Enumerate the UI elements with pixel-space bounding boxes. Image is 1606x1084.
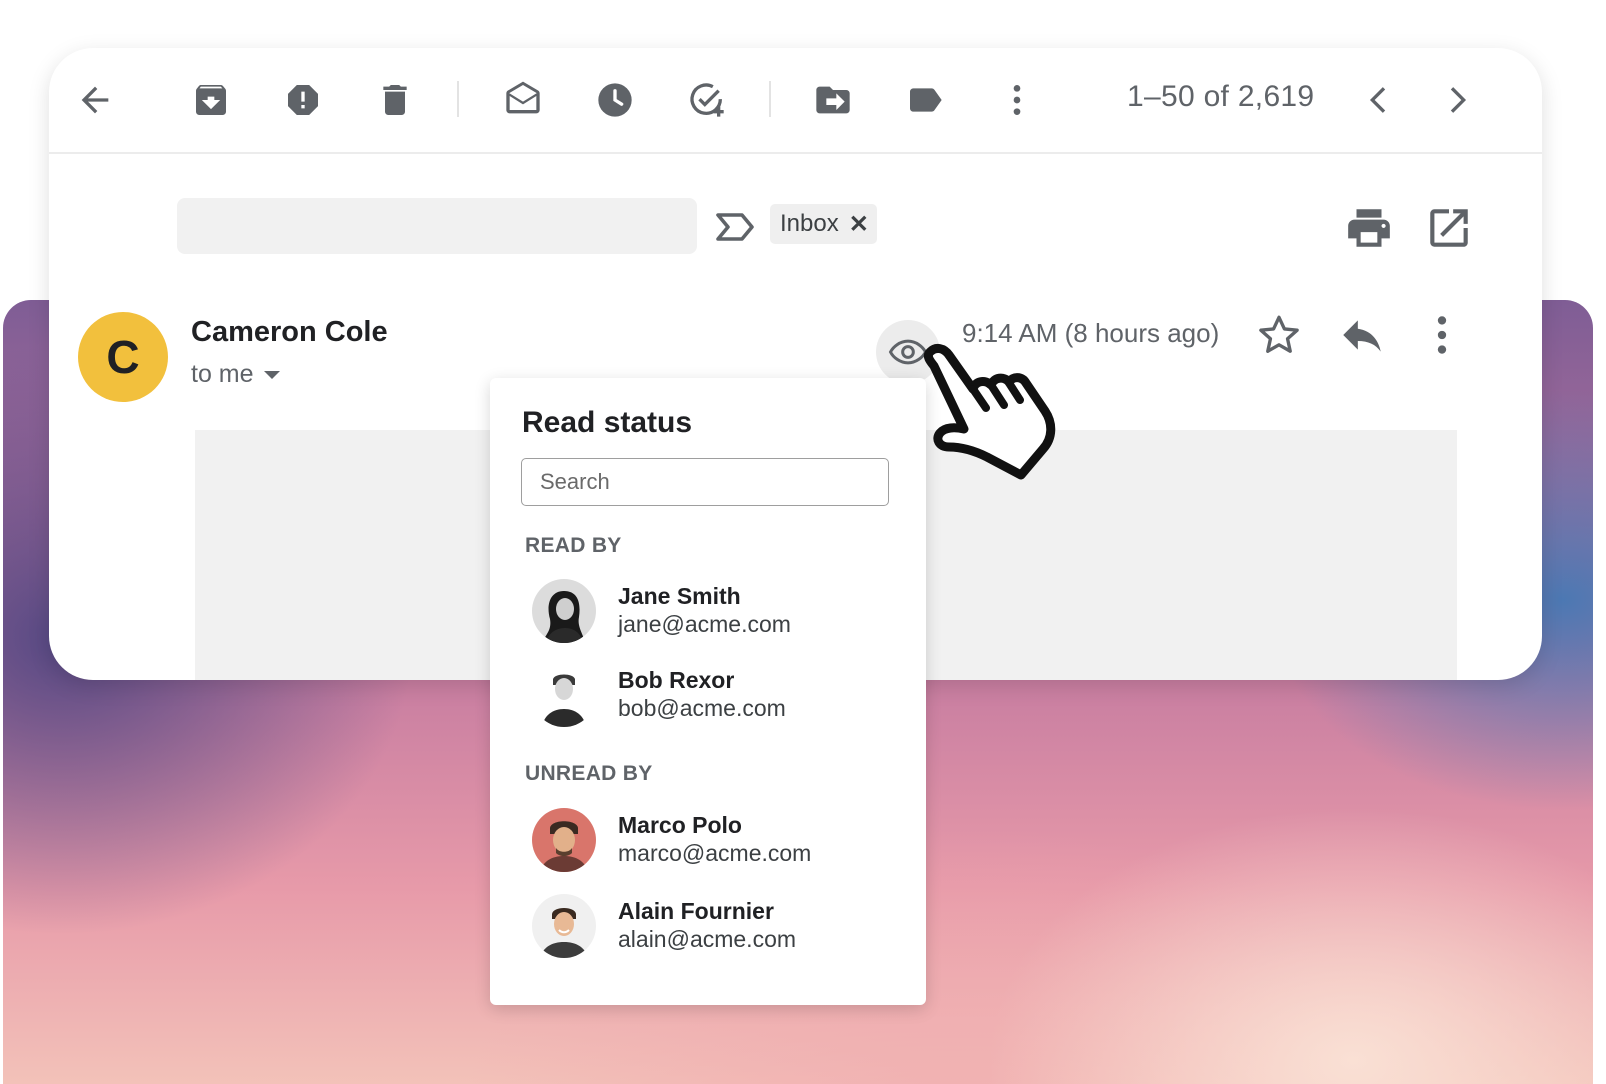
star-icon[interactable] [1254,310,1304,360]
unread-email: alain@acme.com [618,926,797,952]
mark-unread-icon[interactable] [495,72,551,128]
toolbar-divider [769,81,771,117]
reader-email: bob@acme.com [618,695,786,721]
unread-avatar [532,894,596,958]
delete-icon[interactable] [367,72,423,128]
toolbar: 1–50 of 2,619 [49,48,1542,154]
read-status-popup: Read status READ BY Jane Smith jane@acme… [490,378,926,1005]
chevron-left-icon[interactable] [1351,72,1407,128]
reply-icon[interactable] [1337,310,1387,360]
unread-item[interactable]: Alain Fournier alain@acme.com [532,894,912,960]
importance-marker-icon[interactable] [712,203,760,251]
unread-name: Marco Polo [618,812,742,838]
add-task-icon[interactable] [679,72,735,128]
reader-name: Jane Smith [618,583,741,609]
recipient-details[interactable]: to me [191,360,280,389]
remove-label-button[interactable]: ✕ [849,210,869,239]
reader-name: Bob Rexor [618,667,735,693]
snooze-icon[interactable] [587,72,643,128]
unread-email: marco@acme.com [618,840,812,866]
sender-avatar: C [78,312,168,402]
archive-icon[interactable] [183,72,239,128]
inbox-label-chip: Inbox ✕ [770,204,877,244]
reader-avatar [532,579,596,643]
popup-title: Read status [522,406,693,439]
report-spam-icon[interactable] [275,72,331,128]
chevron-right-icon[interactable] [1429,72,1485,128]
unread-avatar [532,808,596,872]
reader-item[interactable]: Bob Rexor bob@acme.com [532,663,912,729]
sender-name[interactable]: Cameron Cole [191,316,388,349]
more-vert-icon[interactable] [989,72,1045,128]
read-by-heading: READ BY [525,534,622,557]
pointing-hand-cursor-icon [918,342,1088,482]
message-count: 1–50 of 2,619 [1127,80,1315,113]
search-input[interactable] [521,458,889,506]
subject-placeholder [177,198,697,254]
unread-item[interactable]: Marco Polo marco@acme.com [532,808,912,874]
recipient-text: to me [191,360,254,388]
reader-item[interactable]: Jane Smith jane@acme.com [532,579,912,645]
toolbar-divider [457,81,459,117]
back-arrow-icon[interactable] [67,72,123,128]
unread-by-heading: UNREAD BY [525,762,653,785]
print-icon[interactable] [1344,203,1394,253]
inbox-label-text: Inbox [780,210,839,237]
message-more-icon[interactable] [1417,310,1467,360]
reader-email: jane@acme.com [618,611,791,637]
unread-name: Alain Fournier [618,898,774,924]
open-in-new-window-icon[interactable] [1424,203,1474,253]
label-icon[interactable] [897,72,953,128]
move-to-icon[interactable] [805,72,861,128]
reader-avatar [532,663,596,727]
caret-down-icon [263,370,280,379]
